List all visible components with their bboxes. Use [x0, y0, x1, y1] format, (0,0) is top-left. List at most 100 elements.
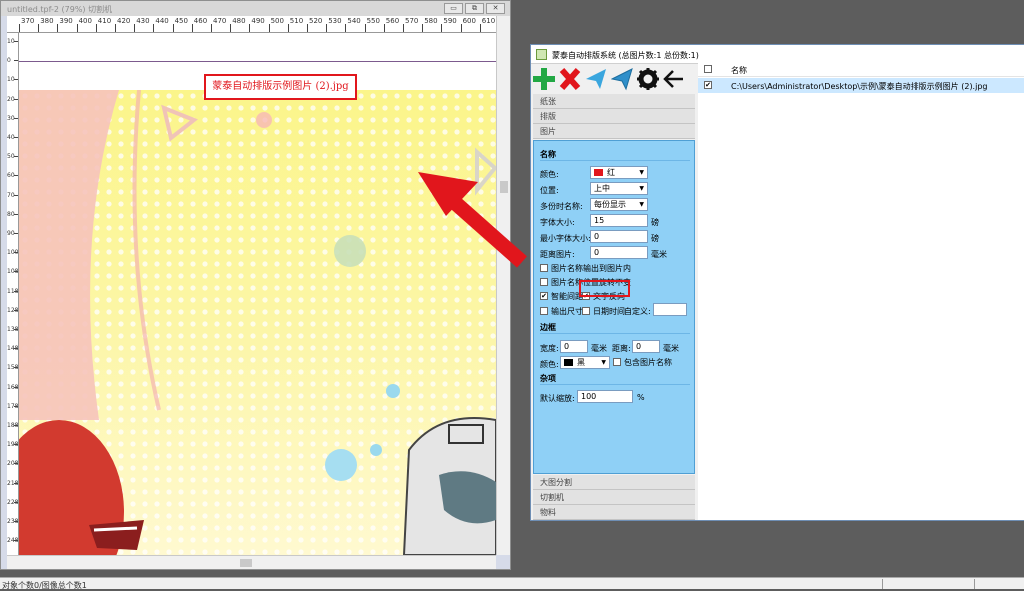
- send-outline-icon[interactable]: [611, 67, 633, 91]
- blue-dot: [386, 384, 400, 398]
- ruler-left-tick: [14, 501, 18, 503]
- custom-label: 自定义:: [624, 307, 651, 316]
- horizontal-scroll-thumb[interactable]: [240, 559, 252, 567]
- artwork-image[interactable]: [19, 90, 496, 555]
- ruler-left-tick: [14, 175, 18, 177]
- canvas-window-titlebar[interactable]: untitled.tpf-2 (79%) 切割机 ▭ ⧉ ✕: [1, 1, 510, 16]
- ruler-top-tick: [268, 24, 270, 32]
- border-distance-unit: 毫米: [663, 344, 679, 353]
- triangle-outline-right: [475, 147, 496, 196]
- section-divider: [540, 333, 690, 334]
- border-width-unit: 毫米: [591, 344, 607, 353]
- back-arrow-icon[interactable]: [663, 67, 685, 91]
- minimize-button[interactable]: ▭: [444, 3, 463, 14]
- column-name-header[interactable]: 名称: [731, 65, 747, 76]
- accordion-layout[interactable]: 排版: [533, 109, 695, 124]
- font-size-input[interactable]: 15: [590, 214, 648, 227]
- ruler-left-tick: [14, 156, 18, 158]
- datetime-checkbox[interactable]: [582, 307, 590, 315]
- font-size-label: 字体大小:: [540, 218, 575, 227]
- ruler-top-tick: [38, 24, 40, 32]
- ruler-left-tick: [14, 137, 18, 138]
- accordion-split[interactable]: 大图分割: [533, 475, 695, 490]
- min-font-unit: 磅: [651, 234, 659, 243]
- ruler-left-tick: [14, 271, 18, 273]
- file-list[interactable]: 名称 ✔ C:\Users\Administrator\Desktop\示例\蒙…: [698, 62, 1024, 520]
- ruler-top-label: 600: [462, 17, 476, 25]
- font-size-unit: 磅: [651, 218, 659, 227]
- position-fixed-checkbox[interactable]: [540, 278, 548, 286]
- section-name-title: 名称: [540, 150, 556, 159]
- ruler-top-tick: [57, 24, 59, 32]
- include-name-checkbox[interactable]: [613, 358, 621, 366]
- maximize-button[interactable]: ⧉: [465, 3, 484, 14]
- smart-gap-checkbox[interactable]: ✔: [540, 292, 548, 300]
- send-icon[interactable]: [585, 67, 607, 91]
- vertical-scrollbar[interactable]: [496, 16, 510, 555]
- ruler-top-tick: [287, 24, 289, 32]
- border-width-input[interactable]: 0: [560, 340, 588, 353]
- file-list-header: 名称: [698, 62, 1024, 77]
- accordion-material[interactable]: 物料: [533, 505, 695, 520]
- section-border-title: 边框: [540, 323, 556, 332]
- border-distance-input[interactable]: 0: [632, 340, 660, 353]
- border-color-value: 黑: [577, 358, 585, 367]
- pink-circle: [256, 112, 272, 128]
- ruler-left-tick: [14, 521, 18, 522]
- ruler-top-label: 420: [117, 17, 131, 25]
- file-list-row[interactable]: ✔ C:\Users\Administrator\Desktop\示例\蒙泰自动…: [698, 78, 1024, 93]
- min-font-input[interactable]: 0: [590, 230, 648, 243]
- distance-input[interactable]: 0: [590, 246, 648, 259]
- blue-dot-small: [370, 444, 382, 456]
- add-icon[interactable]: [533, 67, 555, 91]
- canvas-page[interactable]: [19, 33, 496, 555]
- chevron-down-icon: ▼: [601, 359, 606, 366]
- ruler-top-tick: [441, 24, 443, 32]
- red-swatch: [594, 169, 603, 176]
- ruler-top-label: 410: [97, 17, 112, 25]
- green-circle: [334, 235, 366, 267]
- chevron-down-icon: ▼: [639, 201, 644, 208]
- ruler-left-tick: [14, 60, 18, 62]
- multi-copies-select[interactable]: 每份显示 ▼: [590, 198, 648, 211]
- border-color-select[interactable]: 黑 ▼: [560, 356, 610, 369]
- reverse-text-highlight: [579, 280, 630, 297]
- pink-arc-line: [132, 90, 161, 411]
- zoom-input[interactable]: 100: [577, 390, 633, 403]
- horizontal-scrollbar[interactable]: [7, 555, 496, 569]
- accordion-image[interactable]: 图片: [533, 124, 695, 139]
- image-name-label[interactable]: 蒙泰自动排版示例图片 (2).jpg: [204, 74, 357, 100]
- output-size-checkbox[interactable]: [540, 307, 548, 315]
- red-character-mouth: [89, 520, 144, 550]
- ruler-left-tick: [14, 213, 18, 215]
- multi-copies-label: 多份时名称:: [540, 202, 583, 211]
- gear-icon[interactable]: [637, 67, 659, 91]
- multi-copies-value: 每份显示: [594, 200, 626, 209]
- ruler-top-label: 560: [385, 17, 400, 25]
- accordion-cutter[interactable]: 切割机: [533, 490, 695, 505]
- ruler-left-tick: [14, 425, 18, 426]
- name-color-value: 红: [607, 168, 615, 177]
- status-text: 对象个数0/图像总个数1: [2, 581, 87, 590]
- output-size-label: 输出尺寸: [551, 307, 583, 316]
- custom-input[interactable]: [653, 303, 687, 316]
- row-checkbox[interactable]: ✔: [704, 81, 712, 89]
- select-all-checkbox[interactable]: [704, 65, 712, 73]
- output-inside-checkbox[interactable]: [540, 264, 548, 272]
- ruler-top-label: 450: [174, 17, 188, 25]
- name-color-select[interactable]: 红 ▼: [590, 166, 648, 179]
- name-position-select[interactable]: 上中 ▼: [590, 182, 648, 195]
- vertical-scroll-thumb[interactable]: [500, 181, 508, 193]
- include-name-label: 包含图片名称: [624, 358, 672, 367]
- pink-curve-shape: [19, 90, 119, 420]
- min-font-label: 最小字体大小:: [540, 234, 591, 243]
- delete-icon[interactable]: [559, 67, 581, 91]
- close-button[interactable]: ✕: [486, 3, 505, 14]
- ruler-top-tick: [19, 24, 20, 32]
- artwork-shapes: [19, 90, 496, 555]
- ruler-left-tick: [14, 463, 18, 465]
- accordion-paper[interactable]: 纸张: [533, 94, 695, 109]
- output-inside-label: 图片名称输出到图片内: [551, 264, 631, 273]
- status-separator: [974, 579, 975, 589]
- section-divider: [540, 384, 690, 385]
